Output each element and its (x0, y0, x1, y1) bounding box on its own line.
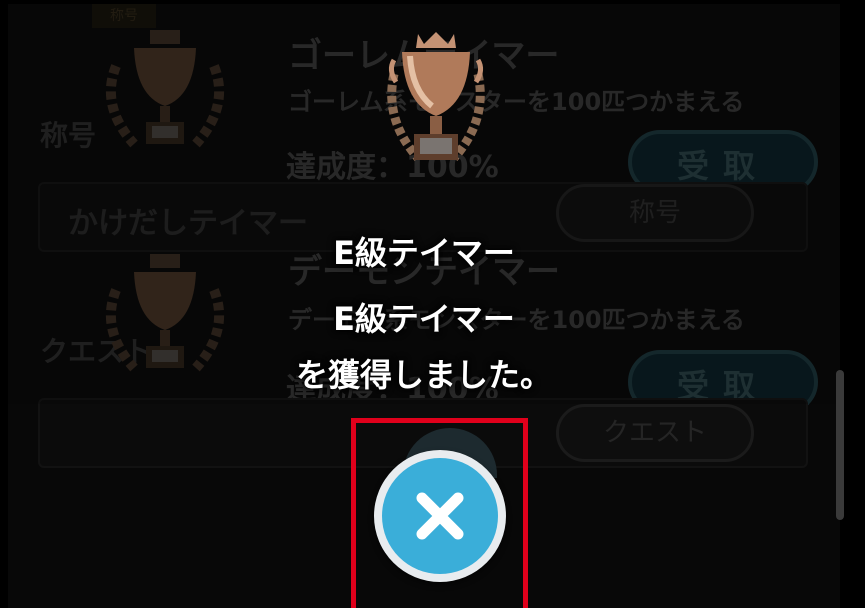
scrollbar[interactable] (836, 370, 844, 520)
reward-title: E級テイマー (333, 234, 515, 272)
highlight-box (351, 418, 528, 608)
trophy-icon (387, 32, 485, 161)
game-screen: 称号 称号 クエスト ゴーレムテイマー ゴーレム系モンスターを100匹つかまえる… (0, 0, 865, 608)
reward-message: を獲得しました。 (295, 356, 552, 394)
reward-name: E級テイマー (333, 300, 515, 338)
